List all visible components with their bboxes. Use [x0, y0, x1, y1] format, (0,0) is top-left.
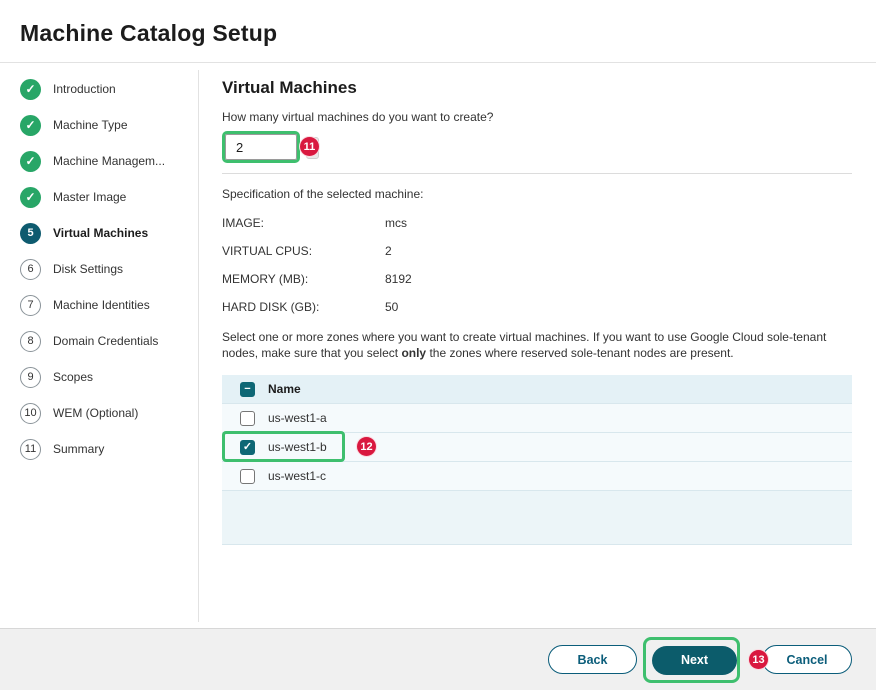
- spec-value: 8192: [385, 272, 412, 286]
- annotation-box-next: Next: [643, 637, 740, 683]
- spec-row-disk: HARD DISK (GB): 50: [222, 293, 852, 321]
- column-header-name: Name: [268, 382, 301, 396]
- spec-value: 50: [385, 300, 398, 314]
- sidebar-divider: [198, 70, 199, 622]
- annotation-badge-12: 12: [356, 436, 377, 457]
- step-check-icon: ✓: [20, 115, 41, 136]
- step-number: 5: [20, 223, 41, 244]
- step-label: Scopes: [53, 370, 93, 384]
- sidebar-step-wem[interactable]: 10 WEM (Optional): [20, 395, 192, 431]
- table-row-us-west1-c[interactable]: us-west1-c: [222, 462, 852, 491]
- sidebar-step-master-image[interactable]: ✓ Master Image: [20, 179, 192, 215]
- back-button[interactable]: Back: [548, 645, 637, 674]
- step-check-icon: ✓: [20, 151, 41, 172]
- zone-name: us-west1-c: [268, 469, 326, 483]
- zone-instructions: Select one or more zones where you want …: [222, 329, 852, 361]
- select-all-checkbox-indeterminate[interactable]: −: [240, 382, 255, 397]
- sidebar-step-summary[interactable]: 11 Summary: [20, 431, 192, 467]
- spec-key: MEMORY (MB):: [222, 272, 385, 286]
- zone-instructions-bold: only: [401, 346, 426, 360]
- footer-bar: Back Next 13 Cancel: [0, 628, 876, 690]
- step-number: 7: [20, 295, 41, 316]
- cancel-button[interactable]: Cancel: [762, 645, 852, 674]
- step-label: Disk Settings: [53, 262, 123, 276]
- step-check-icon: ✓: [20, 187, 41, 208]
- vm-count-question: How many virtual machines do you want to…: [222, 110, 852, 124]
- step-label: Master Image: [53, 190, 126, 204]
- main-panel: Virtual Machines How many virtual machin…: [222, 78, 852, 545]
- section-heading: Virtual Machines: [222, 78, 852, 98]
- row-checkbox-checked[interactable]: ✓: [240, 440, 255, 455]
- step-label: Introduction: [53, 82, 116, 96]
- zone-name: us-west1-b: [268, 440, 327, 454]
- spec-key: HARD DISK (GB):: [222, 300, 385, 314]
- sidebar-step-machine-identities[interactable]: 7 Machine Identities: [20, 287, 192, 323]
- sidebar-step-virtual-machines[interactable]: 5 Virtual Machines: [20, 215, 192, 251]
- annotation-badge-11: 11: [299, 136, 320, 157]
- step-number: 10: [20, 403, 41, 424]
- table-row-us-west1-b[interactable]: ✓ us-west1-b: [222, 433, 852, 462]
- step-number: 6: [20, 259, 41, 280]
- step-number: 8: [20, 331, 41, 352]
- zone-table-header: − Name: [222, 375, 852, 404]
- content-divider: [222, 173, 852, 174]
- sidebar-step-domain-credentials[interactable]: 8 Domain Credentials: [20, 323, 192, 359]
- row-checkbox-unchecked[interactable]: [240, 411, 255, 426]
- vm-count-row: ▲ ▼ 11: [222, 131, 852, 165]
- step-number: 9: [20, 367, 41, 388]
- step-label: Summary: [53, 442, 104, 456]
- spec-value: mcs: [385, 216, 407, 230]
- spec-row-vcpus: VIRTUAL CPUS: 2: [222, 237, 852, 265]
- step-label: Machine Identities: [53, 298, 150, 312]
- sidebar-step-machine-type[interactable]: ✓ Machine Type: [20, 107, 192, 143]
- spec-key: VIRTUAL CPUS:: [222, 244, 385, 258]
- step-label: Domain Credentials: [53, 334, 158, 348]
- table-row-us-west1-a[interactable]: us-west1-a: [222, 404, 852, 433]
- spec-key: IMAGE:: [222, 216, 385, 230]
- next-button[interactable]: Next: [652, 646, 737, 675]
- spec-row-memory: MEMORY (MB): 8192: [222, 265, 852, 293]
- spec-rows: IMAGE: mcs VIRTUAL CPUS: 2 MEMORY (MB): …: [222, 209, 852, 321]
- step-label: Machine Type: [53, 118, 128, 132]
- sidebar-step-introduction[interactable]: ✓ Introduction: [20, 71, 192, 107]
- annotation-box-input: [222, 131, 300, 163]
- step-number: 11: [20, 439, 41, 460]
- sidebar-step-scopes[interactable]: 9 Scopes: [20, 359, 192, 395]
- step-label: Virtual Machines: [53, 226, 148, 240]
- sidebar-step-machine-management[interactable]: ✓ Machine Managem...: [20, 143, 192, 179]
- page-title: Machine Catalog Setup: [20, 20, 277, 47]
- zone-name: us-west1-a: [268, 411, 327, 425]
- step-label: Machine Managem...: [53, 154, 165, 168]
- step-check-icon: ✓: [20, 79, 41, 100]
- wizard-stepper: ✓ Introduction ✓ Machine Type ✓ Machine …: [20, 71, 192, 467]
- row-checkbox-unchecked[interactable]: [240, 469, 255, 484]
- spec-value: 2: [385, 244, 392, 258]
- annotation-badge-13: 13: [748, 649, 769, 670]
- spec-row-image: IMAGE: mcs: [222, 209, 852, 237]
- spec-section-label: Specification of the selected machine:: [222, 187, 852, 201]
- step-label: WEM (Optional): [53, 406, 138, 420]
- sidebar-step-disk-settings[interactable]: 6 Disk Settings: [20, 251, 192, 287]
- zone-table: − Name us-west1-a ✓ us-west1-b us-west1-…: [222, 375, 852, 545]
- vm-count-input[interactable]: [225, 134, 297, 160]
- header-divider: [0, 62, 876, 63]
